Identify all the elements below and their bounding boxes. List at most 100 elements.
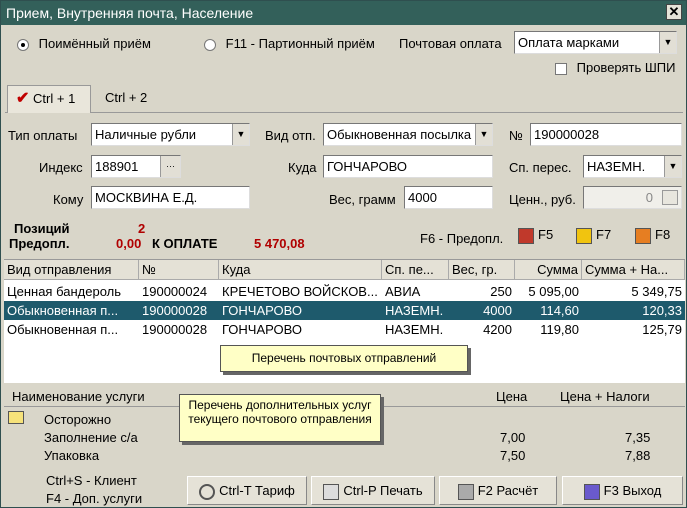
window-title: Прием, Внутренняя почта, Население bbox=[6, 5, 254, 21]
print-button[interactable]: Ctrl-P Печать bbox=[311, 476, 435, 505]
f5-button[interactable]: F5 bbox=[518, 227, 553, 244]
cell-where: ГОНЧАРОВО bbox=[222, 322, 302, 337]
to-pay-label: К ОПЛАТЕ bbox=[152, 236, 218, 251]
col-header-price-tax[interactable]: Цена + Налоги bbox=[560, 389, 650, 404]
f5-label: F5 bbox=[538, 227, 554, 242]
chevron-down-icon[interactable]: ▼ bbox=[475, 124, 492, 145]
cell-num: 190000028 bbox=[142, 303, 208, 318]
col-header-sum[interactable]: Сумма bbox=[515, 260, 582, 280]
service-price: 7,00 bbox=[500, 430, 526, 445]
where-input[interactable]: ГОНЧАРОВО bbox=[323, 155, 493, 178]
to-label: Кому bbox=[53, 192, 84, 207]
cell-sum-tax: 125,79 bbox=[642, 322, 682, 337]
chevron-down-icon[interactable]: ▼ bbox=[232, 124, 249, 145]
cell-kind: Обыкновенная п... bbox=[7, 322, 119, 337]
f7-button[interactable]: F7 bbox=[576, 227, 611, 244]
cell-method: НАЗЕМН. bbox=[385, 303, 444, 318]
postage-select[interactable]: Оплата марками ▼ bbox=[514, 31, 677, 54]
exit-door-icon bbox=[583, 483, 600, 500]
individual-radio[interactable]: Поимённый приём bbox=[17, 36, 151, 51]
cell-weight: 4200 bbox=[483, 322, 512, 337]
kind-label: Вид отп. bbox=[265, 128, 316, 143]
tariff-button[interactable]: Ctrl-T Тариф bbox=[187, 476, 307, 505]
title-bar: Прием, Внутренняя почта, Население ✕ bbox=[1, 1, 686, 25]
ellipsis-icon[interactable]: ··· bbox=[160, 156, 180, 177]
col-header-method[interactable]: Сп. пе... bbox=[382, 260, 449, 280]
service-price-tax: 7,35 bbox=[625, 430, 651, 445]
cell-weight: 4000 bbox=[483, 303, 512, 318]
reception-window: Прием, Внутренняя почта, Население ✕ Пои… bbox=[0, 0, 687, 508]
prepaid-label: Предопл. bbox=[9, 236, 70, 251]
service-price-tax: 7,88 bbox=[625, 448, 651, 463]
cell-sum-tax: 5 349,75 bbox=[631, 284, 682, 299]
extra-services-hint: F4 - Доп. услуги bbox=[46, 491, 143, 506]
cell-where: КРЕЧЕТОВО ВОЙСКОВ... bbox=[222, 284, 378, 299]
col-header-price[interactable]: Цена bbox=[496, 389, 527, 404]
checkmark-icon: ✔ bbox=[16, 90, 30, 107]
service-name: Заполнение с/а bbox=[44, 430, 138, 445]
chevron-down-icon[interactable]: ▼ bbox=[664, 156, 681, 177]
close-button[interactable]: ✕ bbox=[666, 4, 682, 20]
table-row[interactable]: Ценная бандероль 190000024 КРЕЧЕТОВО ВОЙ… bbox=[4, 282, 685, 301]
positions-value: 2 bbox=[138, 221, 146, 236]
exit-button[interactable]: F3 Выход bbox=[562, 476, 683, 505]
value-input[interactable]: 0 bbox=[583, 186, 682, 209]
add-icon bbox=[576, 227, 592, 244]
cell-sum: 114,60 bbox=[540, 303, 579, 318]
pay-type-select[interactable]: Наличные рубли ▼ bbox=[91, 123, 250, 146]
client-hint: Ctrl+S - Клиент bbox=[46, 473, 137, 488]
table-row[interactable]: Обыкновенная п... 190000028 ГОНЧАРОВО НА… bbox=[4, 320, 685, 339]
items-callout: Перечень почтовых отправлений bbox=[220, 345, 468, 372]
num-input[interactable]: 190000028 bbox=[530, 123, 682, 146]
print-label: Ctrl-P Печать bbox=[343, 483, 423, 498]
calc-label: F2 Расчёт bbox=[477, 483, 539, 498]
tariff-label: Ctrl-T Тариф bbox=[219, 483, 295, 498]
where-label: Куда bbox=[288, 160, 317, 175]
check-shpi-label: Проверять ШПИ bbox=[576, 60, 676, 75]
to-input[interactable]: МОСКВИНА Е.Д. bbox=[91, 186, 250, 209]
col-header-kind[interactable]: Вид отправления bbox=[4, 260, 139, 280]
tab-label: Ctrl + 1 bbox=[33, 91, 76, 106]
cell-num: 190000024 bbox=[142, 284, 208, 299]
cell-num: 190000028 bbox=[142, 322, 208, 337]
print-list-icon bbox=[518, 227, 534, 244]
folder-icon bbox=[8, 411, 24, 424]
weight-label: Вес, грамм bbox=[329, 192, 396, 207]
positions-label: Позиций bbox=[14, 221, 70, 236]
cell-weight: 250 bbox=[490, 284, 512, 299]
method-select[interactable]: НАЗЕМН. ▼ bbox=[583, 155, 682, 178]
exit-label: F3 Выход bbox=[603, 483, 662, 498]
f8-button[interactable]: F8 bbox=[635, 227, 670, 244]
pay-type-label: Тип оплаты bbox=[8, 128, 78, 143]
individual-label: Поимённый приём bbox=[38, 36, 151, 51]
col-header-service[interactable]: Наименование услуги bbox=[12, 389, 145, 404]
checkbox-icon bbox=[555, 62, 567, 75]
check-shpi-checkbox[interactable]: Проверять ШПИ bbox=[555, 60, 675, 75]
cell-sum: 119,80 bbox=[540, 322, 579, 337]
f6-prepaid-button[interactable]: F6 - Предопл. bbox=[420, 231, 503, 246]
num-label: № bbox=[509, 128, 523, 143]
calculator-icon[interactable] bbox=[662, 190, 678, 205]
value-value: 0 bbox=[645, 190, 653, 205]
index-value: 188901 bbox=[95, 159, 139, 174]
calc-button[interactable]: F2 Расчёт bbox=[439, 476, 557, 505]
cell-method: АВИА bbox=[385, 284, 421, 299]
kind-value: Обыкновенная посылка bbox=[327, 127, 472, 142]
batch-radio[interactable]: F11 - Партионный приём bbox=[204, 36, 375, 51]
col-header-where[interactable]: Куда bbox=[219, 260, 382, 280]
col-header-num[interactable]: № bbox=[139, 260, 219, 280]
printer-icon bbox=[323, 483, 340, 500]
services-callout: Перечень дополнительных услуг текущего п… bbox=[179, 394, 381, 442]
service-name: Упаковка bbox=[44, 448, 100, 463]
col-header-sum-tax[interactable]: Сумма + На... bbox=[582, 260, 685, 280]
tab-ctrl-1[interactable]: ✔ Ctrl + 1 bbox=[7, 85, 91, 113]
index-input[interactable]: 188901 ··· bbox=[91, 155, 181, 178]
chevron-down-icon[interactable]: ▼ bbox=[659, 32, 676, 53]
weight-input[interactable]: 4000 bbox=[404, 186, 493, 209]
kind-select[interactable]: Обыкновенная посылка ▼ bbox=[323, 123, 493, 146]
index-label: Индекс bbox=[39, 160, 83, 175]
table-row-selected[interactable]: Обыкновенная п... 190000028 ГОНЧАРОВО НА… bbox=[4, 301, 685, 320]
col-header-weight[interactable]: Вес, гр. bbox=[449, 260, 515, 280]
service-name: Осторожно bbox=[44, 412, 112, 427]
tab-ctrl-2[interactable]: Ctrl + 2 bbox=[97, 85, 155, 113]
